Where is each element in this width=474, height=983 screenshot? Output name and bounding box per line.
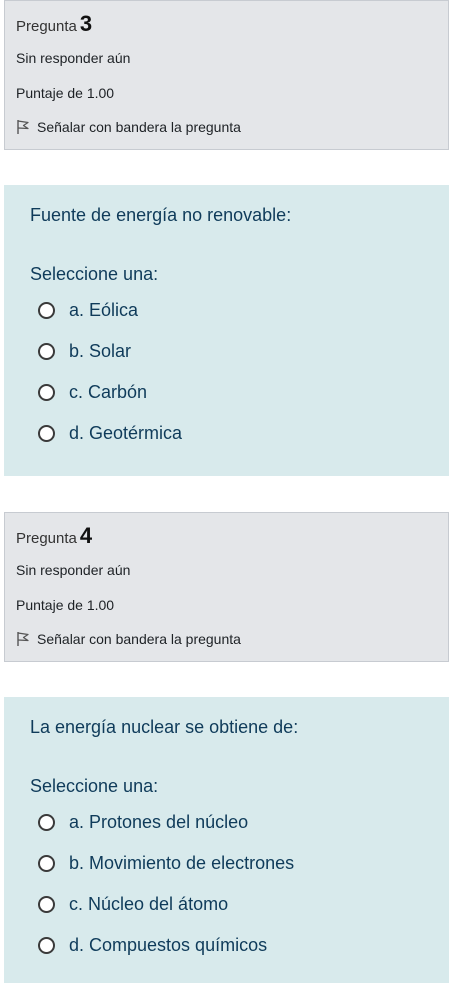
flag-question-link[interactable]: Señalar con bandera la pregunta [16, 119, 241, 135]
question-label: Pregunta [16, 530, 77, 547]
question-score: Puntaje de 1.00 [16, 597, 115, 613]
question-3-info: Pregunta 3 Sin responder aún Puntaje de 1… [4, 0, 449, 150]
flag-question-link[interactable]: Señalar con bandera la pregunta [16, 631, 241, 647]
answer-prompt: Seleccione una: [30, 776, 159, 796]
answer-option-c[interactable]: c. Carbón [38, 382, 147, 403]
answer-option-b[interactable]: b. Movimiento de electrones [38, 853, 294, 874]
answer-option-label: c. Núcleo del átomo [69, 894, 229, 914]
question-4-info: Pregunta 4 Sin responder aún Puntaje de 1… [4, 512, 449, 662]
question-score: Puntaje de 1.00 [16, 85, 115, 101]
answer-prompt: Seleccione una: [30, 264, 159, 284]
answer-option-a[interactable]: a. Eólica [38, 300, 138, 321]
answer-option-label: b. Movimiento de electrones [69, 853, 295, 873]
answer-option-d[interactable]: d. Geotérmica [38, 423, 182, 444]
question-4-content: La energía nuclear se obtiene de: Selecc… [4, 697, 449, 983]
answer-option-b[interactable]: b. Solar [38, 341, 131, 362]
radio-button[interactable] [38, 343, 55, 360]
flag-question-label: Señalar con bandera la pregunta [37, 119, 241, 135]
question-status: Sin responder aún [16, 50, 131, 66]
answer-option-a[interactable]: a. Protones del núcleo [38, 812, 248, 833]
radio-button[interactable] [38, 425, 55, 442]
question-number: Pregunta 3 [16, 11, 92, 37]
question-label: Pregunta [16, 18, 77, 35]
question-text: Fuente de energía no renovable: [30, 205, 292, 225]
answer-option-label: a. Eólica [69, 300, 139, 320]
radio-button[interactable] [38, 384, 55, 401]
question-3-content: Fuente de energía no renovable: Seleccio… [4, 185, 449, 476]
question-number: Pregunta 4 [16, 523, 92, 549]
answer-option-label: b. Solar [69, 341, 132, 361]
question-number-value: 3 [79, 11, 93, 36]
radio-button[interactable] [38, 302, 55, 319]
flag-outline-icon [17, 632, 29, 646]
answer-option-c[interactable]: c. Núcleo del átomo [38, 894, 228, 915]
radio-button[interactable] [38, 814, 55, 831]
answer-option-d[interactable]: d. Compuestos químicos [38, 935, 267, 956]
answer-option-label: c. Carbón [69, 382, 148, 402]
flag-outline-icon [17, 120, 29, 134]
flag-question-label: Señalar con bandera la pregunta [37, 631, 241, 647]
question-text: La energía nuclear se obtiene de: [30, 717, 299, 737]
question-number-value: 4 [79, 523, 93, 548]
answer-option-label: d. Geotérmica [69, 423, 183, 443]
radio-button[interactable] [38, 937, 55, 954]
radio-button[interactable] [38, 855, 55, 872]
answer-option-label: d. Compuestos químicos [69, 935, 268, 955]
answer-option-label: a. Protones del núcleo [69, 812, 249, 832]
question-status: Sin responder aún [16, 562, 131, 578]
radio-button[interactable] [38, 896, 55, 913]
